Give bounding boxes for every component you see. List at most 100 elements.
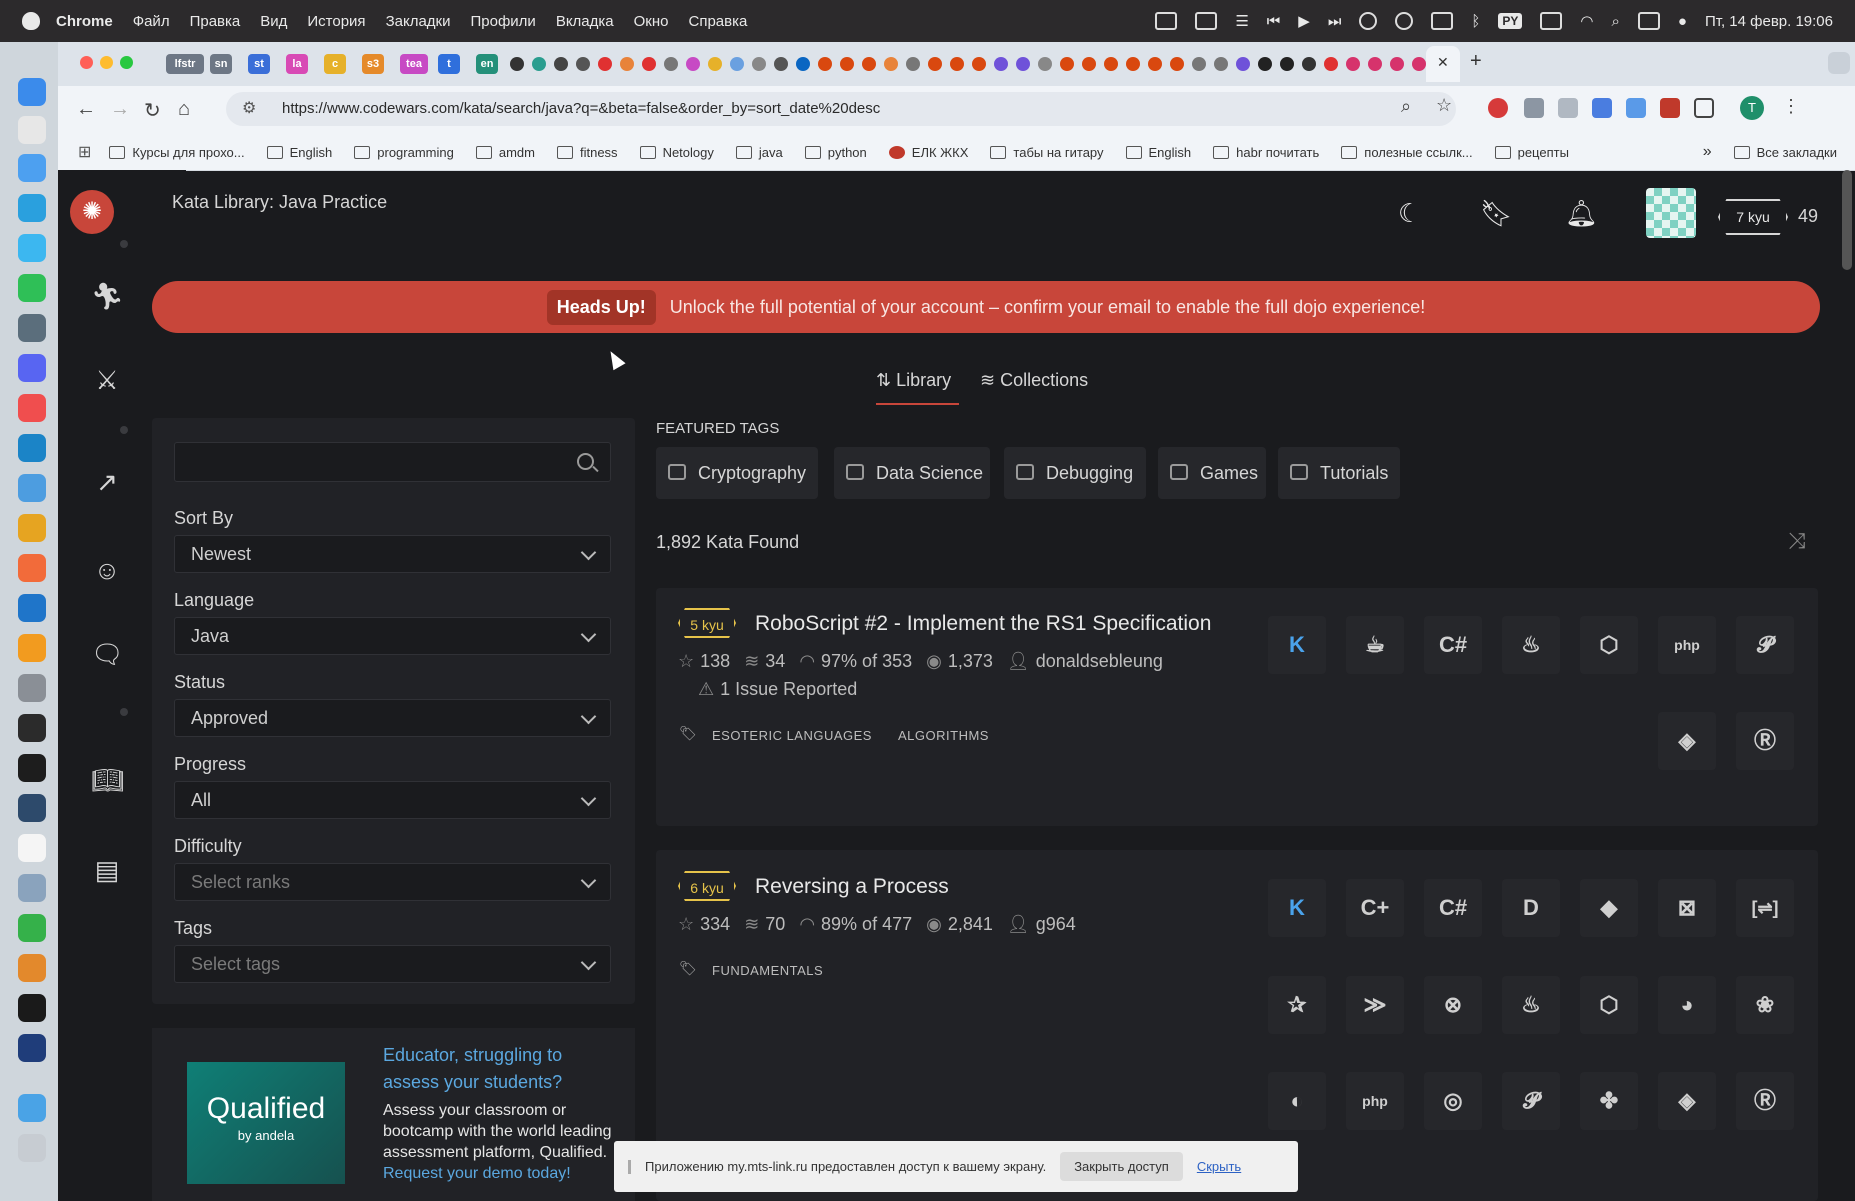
numbers-icon[interactable]: [18, 914, 46, 942]
bookmarks-icon[interactable]: 🔖︎: [1480, 198, 1513, 229]
app-icon[interactable]: [18, 394, 46, 422]
tab-icon[interactable]: [708, 57, 722, 71]
habr-tab-icon[interactable]: [818, 57, 832, 71]
tab-icon[interactable]: [576, 57, 590, 71]
linkedin-tab-icon[interactable]: [796, 57, 810, 71]
csharp-icon[interactable]: C#: [1424, 879, 1482, 937]
coffeescript-icon[interactable]: ☕︎: [1346, 616, 1404, 674]
new-tab-button[interactable]: +: [1470, 50, 1482, 73]
tab-pinned[interactable]: s3: [362, 54, 384, 74]
php-icon[interactable]: php: [1346, 1072, 1404, 1130]
terminal-icon[interactable]: [18, 754, 46, 782]
app-icon[interactable]: [18, 794, 46, 822]
bookmark-folder[interactable]: рецепты: [1494, 145, 1569, 160]
php-icon[interactable]: php: [1658, 616, 1716, 674]
profile-avatar[interactable]: T: [1740, 96, 1764, 120]
tags-select[interactable]: Select tags: [174, 945, 611, 983]
extension-icon[interactable]: [1626, 98, 1646, 118]
ad-title-link[interactable]: Educator, struggling to assess your stud…: [383, 1042, 593, 1096]
siri-icon[interactable]: ●: [1678, 13, 1687, 30]
tab-collections[interactable]: ≋ Collections: [980, 370, 1088, 391]
extension-icon[interactable]: [1488, 98, 1508, 118]
author-name[interactable]: donaldsebleung: [1036, 651, 1163, 671]
bookmark-folder[interactable]: java: [735, 145, 783, 160]
search-icon[interactable]: [577, 453, 594, 470]
hide-link[interactable]: Скрыть: [1197, 1159, 1241, 1174]
tab-icon[interactable]: [1368, 57, 1382, 71]
qualified-logo[interactable]: Qualified by andela: [187, 1062, 345, 1184]
finder-icon[interactable]: [18, 78, 46, 106]
github-tab-icon[interactable]: [510, 57, 524, 71]
kata-title-link[interactable]: Reversing a Process: [755, 875, 949, 899]
telegram-icon[interactable]: [18, 194, 46, 222]
wifi-icon[interactable]: ◠: [1580, 12, 1593, 30]
close-tab-icon[interactable]: ✕: [1437, 54, 1449, 71]
settings-icon[interactable]: [18, 674, 46, 702]
bookmark-folder[interactable]: English: [266, 145, 332, 160]
bookmark-star-icon[interactable]: ☆: [1436, 95, 1452, 116]
tab-pinned[interactable]: sn: [210, 54, 232, 74]
sublime-icon[interactable]: [18, 634, 46, 662]
author-stat[interactable]: 👤︎ donaldsebleung: [1007, 651, 1163, 672]
launchpad-icon[interactable]: [18, 116, 46, 144]
zoom-window-button[interactable]: [120, 56, 133, 69]
messages-icon[interactable]: [18, 234, 46, 262]
tab-search-button[interactable]: [1828, 52, 1850, 74]
site-info-icon[interactable]: ⚙: [242, 98, 256, 118]
github-tab-icon[interactable]: [1302, 57, 1316, 71]
menu-window[interactable]: Окно: [634, 13, 669, 30]
featured-tag-data-science[interactable]: Data Science: [834, 447, 990, 499]
list-icon[interactable]: ☰: [1235, 12, 1248, 30]
screen-share-icon[interactable]: [1155, 12, 1178, 30]
user-avatar[interactable]: [1646, 188, 1696, 238]
tab-icon[interactable]: [620, 57, 634, 71]
kata-title-link[interactable]: RoboScript #2 - Implement the RS1 Specif…: [755, 612, 1211, 636]
back-icon[interactable]: ←: [76, 98, 96, 121]
whatsapp-icon[interactable]: [18, 274, 46, 302]
kata-issues[interactable]: ⚠ 1 Issue Reported: [698, 679, 857, 700]
chrome-menu-icon[interactable]: ⋮: [1782, 96, 1800, 117]
author-name[interactable]: g964: [1036, 914, 1076, 934]
tab-icon[interactable]: [1324, 57, 1338, 71]
cpp-icon[interactable]: C+: [1346, 879, 1404, 937]
stop-sharing-button[interactable]: Закрыть доступ: [1060, 1152, 1183, 1181]
javascript-icon[interactable]: ⬡: [1580, 616, 1638, 674]
reload-icon[interactable]: ↻: [144, 98, 161, 123]
discord-icon[interactable]: ☺︎: [91, 554, 123, 586]
next-track-icon[interactable]: ⏭: [1328, 13, 1342, 30]
tab-icon[interactable]: [774, 57, 788, 71]
tab-icon[interactable]: [730, 57, 744, 71]
ad-demo-link[interactable]: Request your demo today!: [383, 1165, 571, 1182]
practice-icon[interactable]: ⚔︎: [91, 364, 123, 396]
habr-tab-icon[interactable]: [1082, 57, 1096, 71]
tab-icon[interactable]: [1258, 57, 1272, 71]
ruby-icon[interactable]: ◈: [1658, 1072, 1716, 1130]
docs-book-icon[interactable]: 📖︎: [91, 764, 124, 796]
menu-file[interactable]: Файл: [133, 13, 170, 30]
notes-icon[interactable]: [1195, 12, 1218, 30]
shuffle-icon[interactable]: ⤨: [1788, 528, 1806, 554]
spotlight-icon[interactable]: ⌕: [1611, 13, 1619, 30]
kata-tag[interactable]: ESOTERIC LANGUAGES: [712, 728, 872, 743]
discord-icon[interactable]: [18, 354, 46, 382]
tab-icon[interactable]: [1346, 57, 1360, 71]
javascript-icon[interactable]: ⬡: [1580, 976, 1638, 1034]
extension-icon[interactable]: [1524, 98, 1544, 118]
tab-pinned[interactable]: la: [286, 54, 308, 74]
leaderboard-icon[interactable]: ↗: [91, 466, 123, 498]
all-bookmarks-folder[interactable]: Все закладки: [1733, 145, 1837, 160]
more-bookmarks-button[interactable]: »: [1703, 143, 1712, 161]
featured-tag-debugging[interactable]: Debugging: [1004, 447, 1146, 499]
sort-select[interactable]: Newest: [174, 535, 611, 573]
habr-tab-icon[interactable]: [1170, 57, 1184, 71]
habr-tab-icon[interactable]: [972, 57, 986, 71]
youtube-tab-icon[interactable]: [642, 57, 656, 71]
nim-icon[interactable]: ❀: [1736, 976, 1794, 1034]
menu-history[interactable]: История: [307, 13, 365, 30]
dark-mode-moon-icon[interactable]: ☾: [1398, 198, 1421, 229]
tab-icon[interactable]: [554, 57, 568, 71]
kata-tag[interactable]: FUNDAMENTALS: [712, 963, 823, 978]
java-icon[interactable]: ♨: [1502, 976, 1560, 1034]
tab-icon[interactable]: [1016, 57, 1030, 71]
tab-icon[interactable]: [532, 57, 546, 71]
